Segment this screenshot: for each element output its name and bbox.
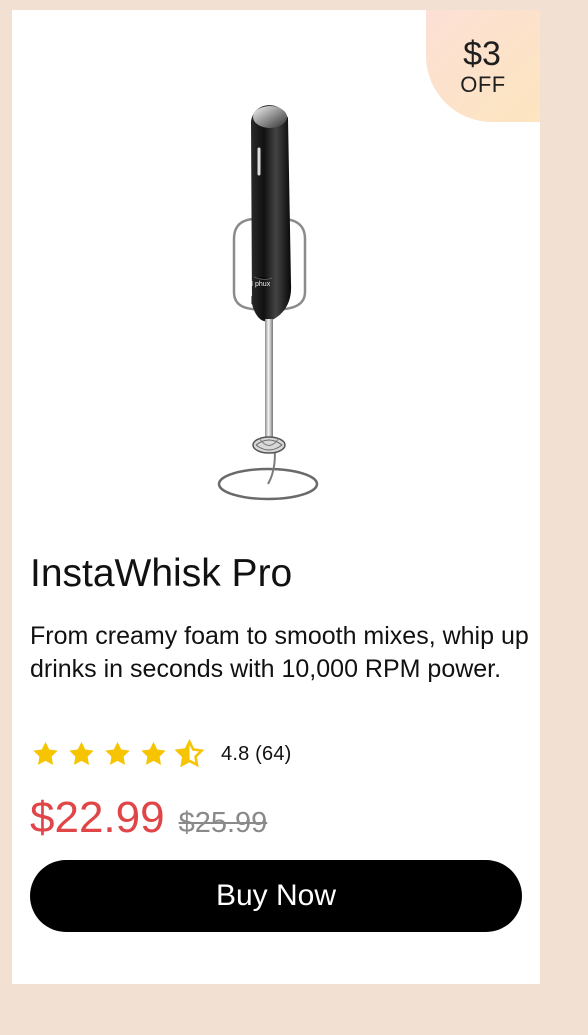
discount-badge: $3 OFF: [426, 10, 540, 122]
star-icon: [69, 741, 94, 765]
buy-now-button[interactable]: Buy Now: [30, 860, 522, 932]
original-price: $25.99: [178, 807, 268, 839]
product-image: Ⅰ phux: [210, 94, 330, 514]
star-icon: [141, 741, 166, 765]
star-icon: [105, 741, 130, 765]
discount-label: OFF: [460, 72, 506, 97]
star-icon: [33, 741, 58, 765]
product-rating: 4.8 (64): [30, 736, 292, 772]
discount-amount: $3: [463, 35, 501, 73]
sale-price: $22.99: [30, 793, 165, 842]
rating-summary: 4.8 (64): [221, 742, 292, 765]
star-rating: [30, 738, 205, 770]
price-row: $22.99 $25.99: [30, 792, 267, 844]
product-card: $3 OFF Ⅰ phux InstaWhisk Pro From creamy…: [12, 10, 540, 984]
svg-text:Ⅰ phux: Ⅰ phux: [251, 281, 271, 288]
product-title: InstaWhisk Pro: [30, 552, 293, 595]
product-description: From creamy foam to smooth mixes, whip u…: [30, 622, 529, 683]
half-star-icon: [174, 738, 205, 767]
